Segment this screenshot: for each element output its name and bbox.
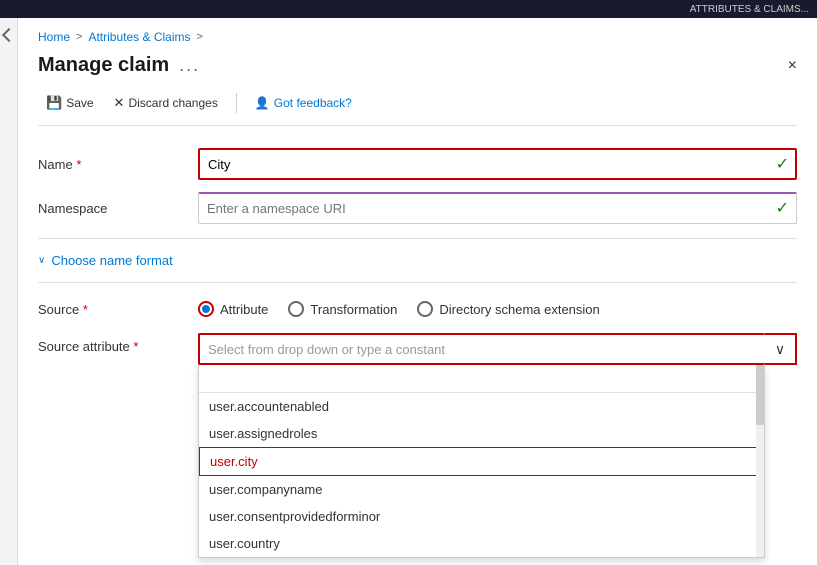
sidebar-collapse-icon[interactable]	[1, 28, 15, 42]
source-attribute-option[interactable]: Attribute	[198, 301, 268, 317]
transformation-option-label: Transformation	[310, 302, 397, 317]
sidebar	[0, 18, 18, 565]
top-bar-text: ATTRIBUTES & CLAIMS...	[690, 4, 809, 15]
name-required: *	[76, 157, 81, 172]
source-attr-required: *	[133, 339, 138, 354]
name-format-label: Choose name format	[51, 253, 172, 268]
schema-option-label: Directory schema extension	[439, 302, 599, 317]
list-item-city[interactable]: user.city	[199, 447, 764, 476]
discard-icon: ✕	[114, 95, 125, 111]
breadcrumb-sep2: >	[196, 31, 202, 43]
namespace-row: Namespace ✓	[38, 188, 797, 228]
dropdown-list-container: user.accountenabled user.assignedroles u…	[198, 365, 765, 558]
name-format-chevron: ∨	[38, 255, 45, 266]
source-label: Source *	[38, 302, 198, 317]
breadcrumb-attributes[interactable]: Attributes & Claims	[88, 30, 190, 44]
top-bar: ATTRIBUTES & CLAIMS...	[0, 0, 817, 18]
source-attr-dropdown-container: Select from drop down or type a constant…	[198, 333, 797, 365]
list-item[interactable]: user.consentprovidedforminor	[199, 503, 764, 530]
name-input-area: ✓	[198, 148, 797, 180]
source-radio-group: Attribute Transformation Directory schem…	[198, 301, 600, 317]
divider-1	[38, 238, 797, 239]
schema-radio-outer	[417, 301, 433, 317]
source-row: Source * Attribute Transformation	[38, 289, 797, 329]
feedback-button[interactable]: 👤 Got feedback?	[247, 92, 360, 114]
name-label: Name *	[38, 157, 198, 172]
page-title-area: Manage claim ...	[38, 54, 200, 77]
list-item[interactable]: user.country	[199, 530, 764, 557]
attribute-radio-outer	[198, 301, 214, 317]
save-icon: 💾	[46, 95, 62, 111]
save-label: Save	[66, 96, 93, 110]
namespace-check-icon: ✓	[776, 198, 789, 218]
attribute-radio-inner	[202, 305, 210, 313]
namespace-input-area: ✓	[198, 192, 797, 224]
main-content: Home > Attributes & Claims > Manage clai…	[18, 18, 817, 565]
source-attr-label: Source attribute *	[38, 333, 198, 354]
close-button[interactable]: ×	[788, 57, 797, 75]
namespace-input[interactable]	[198, 192, 797, 224]
source-attr-row: Source attribute * Select from drop down…	[38, 333, 797, 365]
list-item[interactable]: user.companyname	[199, 476, 764, 503]
save-button[interactable]: 💾 Save	[38, 91, 102, 115]
name-row: Name * ✓	[38, 144, 797, 184]
name-input[interactable]	[198, 148, 797, 180]
discard-label: Discard changes	[128, 96, 217, 110]
namespace-label: Namespace	[38, 201, 198, 216]
more-options-btn[interactable]: ...	[179, 55, 200, 76]
source-required: *	[83, 302, 88, 317]
dropdown-placeholder: Select from drop down or type a constant	[208, 342, 757, 357]
toolbar: 💾 Save ✕ Discard changes 👤 Got feedback?	[38, 91, 797, 126]
source-attr-dropdown-header[interactable]: Select from drop down or type a constant	[198, 333, 765, 365]
dropdown-list: user.accountenabled user.assignedroles u…	[199, 393, 764, 557]
dropdown-chevron-icon: ∨	[775, 341, 785, 358]
attribute-option-label: Attribute	[220, 302, 268, 317]
dropdown-search-input[interactable]	[199, 365, 764, 393]
page-header: Manage claim ... ×	[38, 54, 797, 77]
scrollbar-track[interactable]	[756, 365, 764, 557]
list-item[interactable]: user.accountenabled	[199, 393, 764, 420]
dropdown-arrow-button[interactable]: ∨	[765, 333, 797, 365]
source-transformation-option[interactable]: Transformation	[288, 301, 397, 317]
breadcrumb-sep1: >	[76, 31, 82, 43]
scrollbar-thumb	[756, 365, 764, 425]
name-check-icon: ✓	[776, 154, 789, 174]
feedback-icon: 👤	[255, 96, 270, 110]
dropdown-wrapper: Select from drop down or type a constant…	[198, 333, 797, 365]
feedback-label: Got feedback?	[274, 96, 352, 110]
transformation-radio-outer	[288, 301, 304, 317]
choose-name-format-row[interactable]: ∨ Choose name format	[38, 245, 797, 276]
breadcrumb-home[interactable]: Home	[38, 30, 70, 44]
breadcrumb: Home > Attributes & Claims >	[38, 30, 797, 44]
list-item[interactable]: user.assignedroles	[199, 420, 764, 447]
form-section: Name * ✓ Namespace ✓ ∨ Choose name forma…	[38, 144, 797, 369]
discard-button[interactable]: ✕ Discard changes	[106, 91, 226, 115]
source-schema-option[interactable]: Directory schema extension	[417, 301, 599, 317]
toolbar-divider	[236, 93, 237, 113]
divider-2	[38, 282, 797, 283]
page-title: Manage claim	[38, 54, 169, 77]
